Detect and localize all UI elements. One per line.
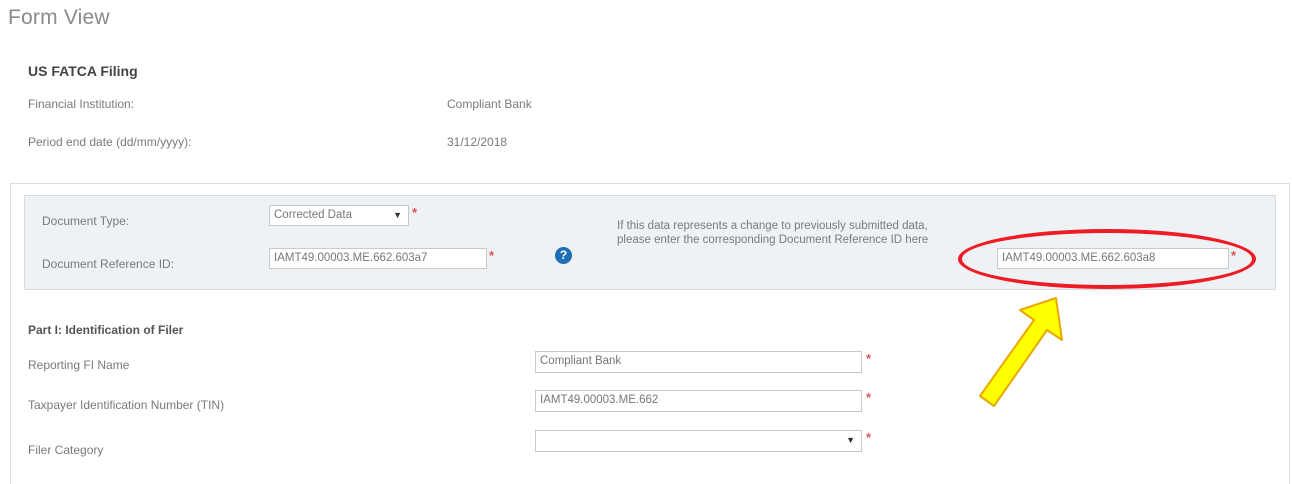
chevron-down-icon: ▼	[846, 435, 855, 445]
document-reference-label: Document Reference ID:	[42, 257, 175, 271]
required-marker: *	[866, 351, 872, 366]
highlight-ellipse	[958, 229, 1256, 289]
period-end-label: Period end date (dd/mm/yyyy):	[28, 135, 192, 149]
page-title: Form View	[8, 6, 110, 29]
document-type-value: Corrected Data	[274, 209, 352, 221]
financial-institution-value: Compliant Bank	[447, 97, 532, 111]
help-icon[interactable]: ?	[555, 247, 572, 264]
arrow-shape	[979, 297, 1063, 407]
part-1-title: Part I: Identification of Filer	[28, 323, 184, 337]
reporting-fi-name-label: Reporting FI Name	[28, 358, 130, 372]
required-marker: *	[412, 205, 418, 220]
required-marker: *	[866, 390, 872, 405]
filer-category-select[interactable]: ▼	[535, 430, 862, 452]
period-end-value: 31/12/2018	[447, 135, 508, 149]
chevron-down-icon: ▼	[393, 210, 402, 220]
corresponding-reference-help-text: If this data represents a change to prev…	[617, 220, 929, 246]
tin-label: Taxpayer Identification Number (TIN)	[28, 398, 225, 412]
reporting-fi-name-input[interactable]: Compliant Bank	[535, 351, 862, 373]
document-type-label: Document Type:	[42, 214, 130, 228]
filing-title: US FATCA Filing	[28, 63, 138, 79]
annotation-arrow-icon	[979, 297, 1063, 407]
tin-input[interactable]: IAMT49.00003.ME.662	[535, 390, 862, 412]
filer-category-label: Filer Category	[28, 443, 104, 457]
document-reference-input[interactable]: IAMT49.00003.ME.662.603a7	[269, 248, 487, 269]
document-type-select[interactable]: Corrected Data ▼	[269, 205, 409, 226]
financial-institution-label: Financial Institution:	[28, 97, 135, 111]
required-marker: *	[866, 430, 872, 445]
required-marker: *	[489, 248, 495, 263]
